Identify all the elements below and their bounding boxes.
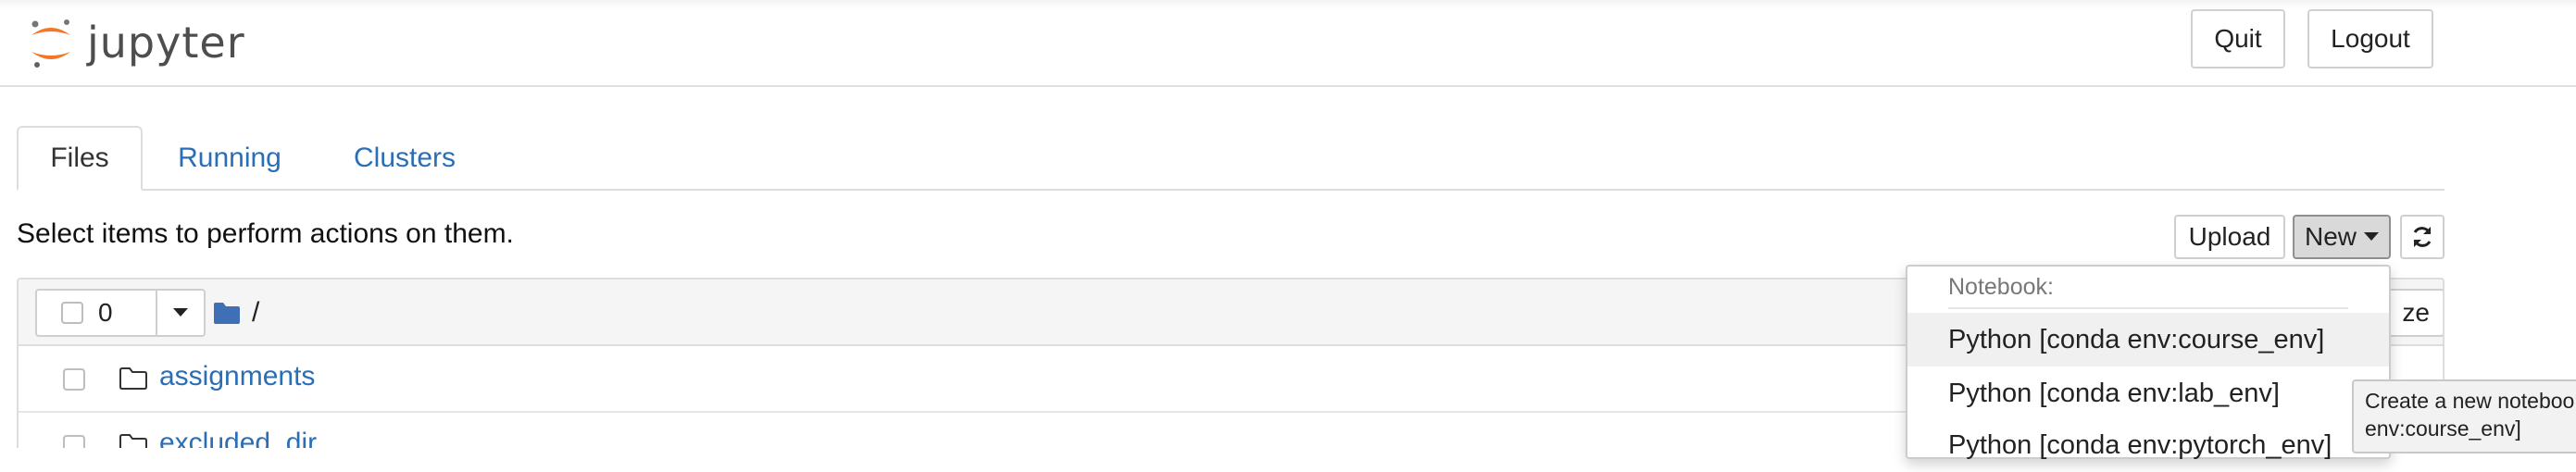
tooltip-line-1: Create a new noteboo: [2365, 389, 2575, 413]
jupyter-logo[interactable]: jupyter: [26, 9, 245, 76]
folder-outline-icon: [119, 434, 147, 448]
refresh-icon: [2413, 227, 2432, 247]
item-name-link[interactable]: excluded_dir: [159, 428, 317, 448]
tab-files[interactable]: Files: [17, 126, 143, 191]
select-all-group: 0: [35, 289, 206, 337]
caret-down-icon: [2364, 232, 2379, 241]
select-menu-toggle[interactable]: [157, 291, 204, 335]
select-all-checkbox[interactable]: [61, 302, 83, 324]
breadcrumb-root[interactable]: /: [252, 297, 259, 329]
jupyter-logo-icon: [26, 15, 76, 70]
menu-divider: [1948, 307, 2348, 309]
header-bar: jupyter Quit Logout: [0, 0, 2576, 87]
logout-button[interactable]: Logout: [2307, 9, 2433, 68]
tooltip: Create a new noteboo env:course_env]: [2352, 379, 2576, 453]
new-button-label: New: [2304, 222, 2357, 251]
item-checkbox[interactable]: [63, 435, 85, 448]
item-name-link[interactable]: assignments: [159, 361, 315, 392]
select-all-box[interactable]: 0: [37, 291, 157, 335]
menu-item-course-env[interactable]: Python [conda env:course_env]: [1907, 313, 2389, 366]
tooltip-line-2: env:course_env]: [2365, 416, 2521, 441]
quit-button[interactable]: Quit: [2191, 9, 2285, 68]
new-dropdown-menu: Notebook: Python [conda env:course_env] …: [1906, 265, 2391, 460]
item-checkbox[interactable]: [63, 368, 85, 391]
menu-item-lab-env[interactable]: Python [conda env:lab_env]: [1907, 366, 2389, 420]
folder-icon[interactable]: [213, 301, 241, 325]
breadcrumb: /: [213, 292, 259, 333]
upload-button[interactable]: Upload: [2174, 215, 2285, 259]
caret-down-icon: [173, 308, 188, 317]
refresh-button[interactable]: [2400, 215, 2445, 259]
tab-running[interactable]: Running: [159, 126, 300, 191]
selection-hint: Select items to perform actions on them.: [17, 218, 514, 249]
folder-outline-icon: [119, 367, 147, 390]
selected-count: 0: [98, 298, 113, 327]
new-dropdown-button[interactable]: New: [2293, 215, 2391, 259]
logo-text: jupyter: [87, 18, 245, 68]
tab-clusters[interactable]: Clusters: [335, 126, 474, 191]
menu-header-notebook: Notebook:: [1948, 274, 2054, 300]
menu-item-pytorch-env[interactable]: Python [conda env:pytorch_env]: [1907, 418, 2389, 472]
